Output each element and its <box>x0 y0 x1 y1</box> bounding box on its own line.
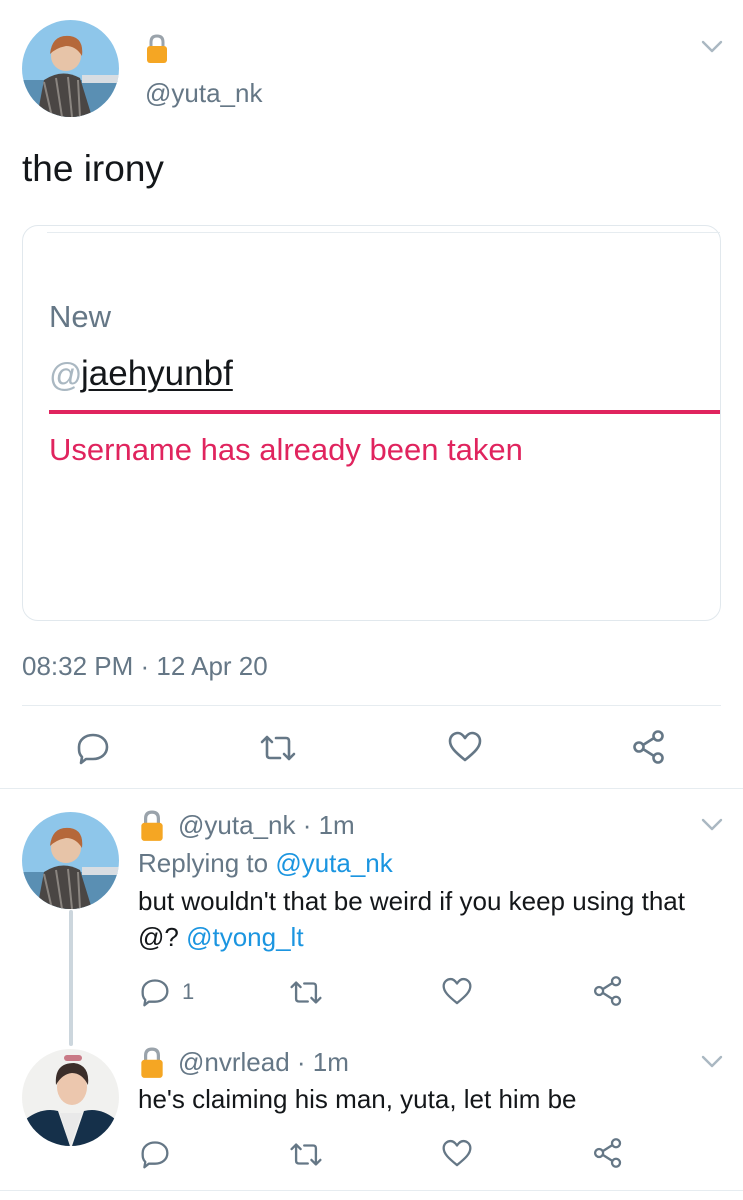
retweet-button[interactable] <box>288 979 324 1006</box>
share-button[interactable] <box>592 1137 624 1169</box>
reply-text-prefix: @? <box>138 922 179 952</box>
reply-count: 1 <box>182 979 195 1004</box>
reply-time: · 1m <box>302 810 355 840</box>
lock-icon <box>146 34 168 64</box>
author-handle[interactable]: @yuta_nk <box>145 78 262 109</box>
reply-text: he's claiming his man, yuta, let him be <box>138 1084 577 1114</box>
handle-text[interactable]: @yuta_nk <box>178 810 295 840</box>
chevron-down-icon[interactable] <box>701 40 723 54</box>
avatar-yuta[interactable] <box>22 812 119 909</box>
reply-button[interactable]: 1 <box>140 977 194 1007</box>
lock-icon <box>140 1047 164 1079</box>
like-icon <box>442 977 472 1005</box>
reply-icon <box>141 979 169 1007</box>
share-icon <box>633 730 664 764</box>
retweet-icon <box>290 981 322 1004</box>
card-at-symbol: @ <box>49 356 83 393</box>
reply-time: · 1m <box>296 1047 349 1077</box>
card-error-message: Username has already been taken <box>49 432 523 467</box>
card-top-divider <box>47 232 720 233</box>
embedded-screenshot-card[interactable]: New @ jaehyunbf Username has already bee… <box>22 225 721 621</box>
reply-text-line-2: @? @tyong_lt <box>138 922 304 953</box>
retweet-icon <box>260 735 296 761</box>
divider <box>0 1190 743 1191</box>
share-button[interactable] <box>592 975 624 1007</box>
lock-icon <box>140 810 164 842</box>
thread-connector-line <box>69 910 73 1046</box>
like-button[interactable] <box>441 977 473 1006</box>
like-button[interactable] <box>441 1139 473 1168</box>
retweet-button[interactable] <box>258 733 298 763</box>
replying-to-mention[interactable]: @yuta_nk <box>275 848 392 878</box>
card-username-field: jaehyunbf <box>81 354 233 393</box>
retweet-button[interactable] <box>288 1141 324 1168</box>
avatar-yuta[interactable] <box>22 20 119 117</box>
retweet-icon <box>290 1143 322 1166</box>
handle-text[interactable]: @nvrlead <box>178 1047 290 1077</box>
chevron-down-icon[interactable] <box>701 1055 723 1069</box>
reply-button[interactable] <box>140 1139 170 1169</box>
like-icon <box>448 731 482 762</box>
card-error-underline <box>49 410 720 414</box>
reply-button[interactable] <box>76 731 110 765</box>
share-button[interactable] <box>631 729 667 765</box>
like-button[interactable] <box>447 731 483 763</box>
tweet-timestamp[interactable]: 08:32 PM · 12 Apr 20 <box>22 651 268 682</box>
card-new-label: New <box>49 299 112 334</box>
tweet-text: the irony <box>22 148 164 189</box>
replying-to-label: Replying to <box>138 848 269 878</box>
divider <box>22 705 721 706</box>
chevron-down-icon[interactable] <box>701 818 723 832</box>
reply-icon <box>141 1141 169 1169</box>
replying-to-line: Replying to @yuta_nk <box>138 848 393 879</box>
mention-link[interactable]: @tyong_lt <box>186 922 303 952</box>
share-icon <box>593 976 622 1006</box>
reply-text-line-1: but wouldn't that be weird if you keep u… <box>138 886 685 916</box>
reply-icon <box>77 733 109 765</box>
share-icon <box>593 1138 622 1168</box>
reply-author-handle[interactable]: @yuta_nk · 1m <box>178 810 355 841</box>
like-icon <box>442 1139 472 1167</box>
avatar-nvrlead[interactable] <box>22 1049 119 1146</box>
divider <box>0 788 743 789</box>
reply-author-handle[interactable]: @nvrlead · 1m <box>178 1047 349 1078</box>
